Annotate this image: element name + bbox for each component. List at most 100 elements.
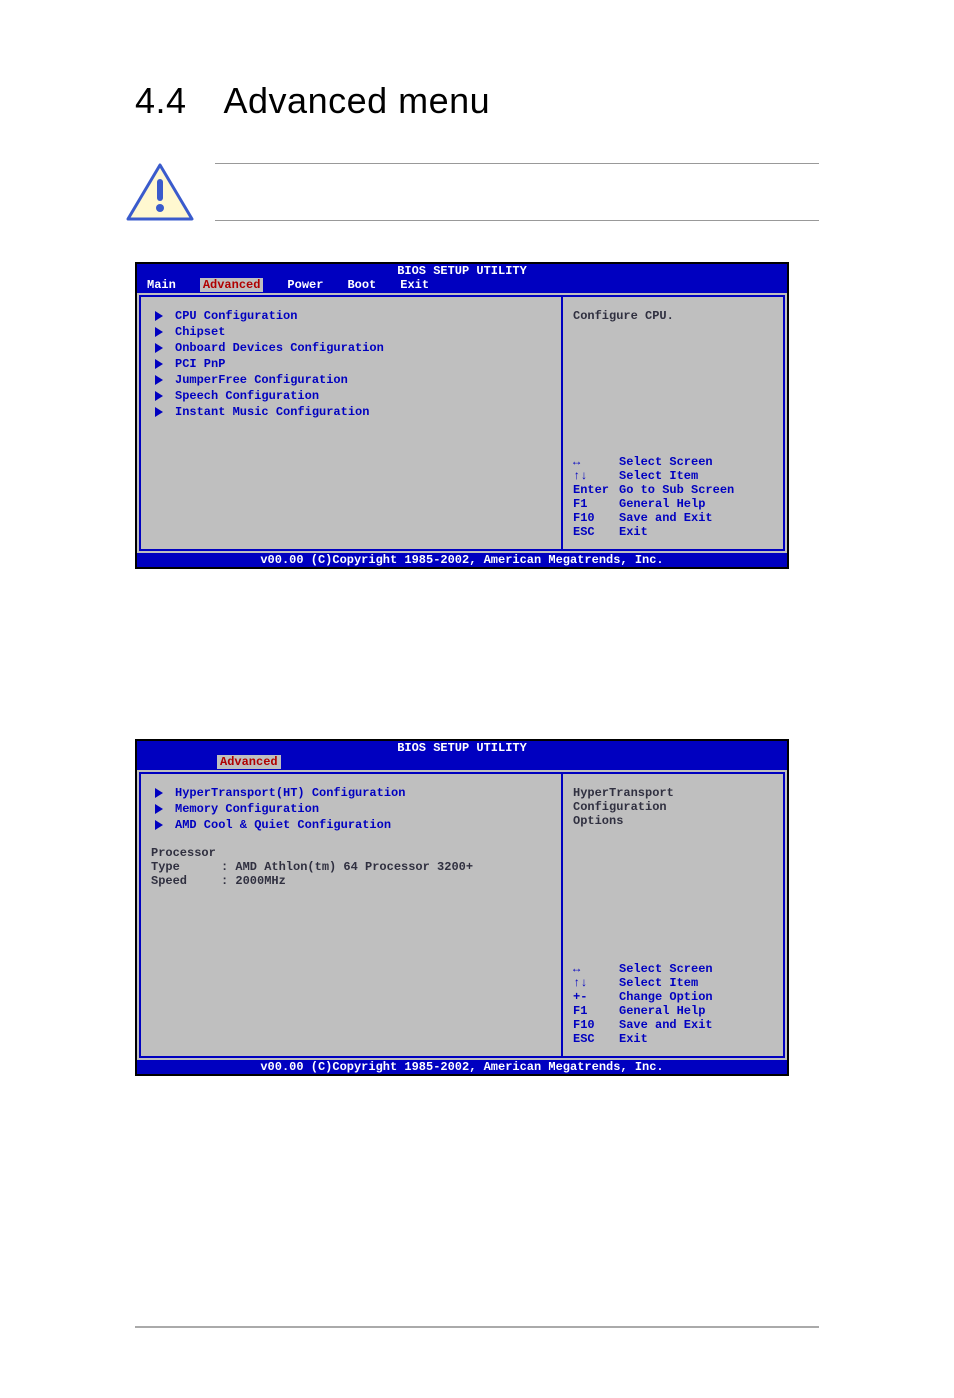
key-help-key: F10 [573,1018,619,1032]
key-help-label: Exit [619,1032,648,1046]
key-help-key: F1 [573,1004,619,1018]
page-footer-rule [135,1326,819,1338]
submenu-arrow-icon [155,391,163,401]
submenu-arrow-icon [155,804,163,814]
key-help-key: F10 [573,511,619,525]
info-speed-value: : 2000MHz [221,874,286,888]
help-line: Options [573,814,773,828]
bios-title: BIOS SETUP UTILITY [137,741,787,755]
info-speed-label: Speed [151,874,221,888]
menu-item-pci-pnp[interactable]: PCI PnP [151,357,551,371]
submenu-arrow-icon [155,375,163,385]
key-help-label: Select Item [619,469,698,483]
key-help-row: F1General Help [573,1004,773,1018]
menu-item-label: Chipset [175,325,225,339]
caution-icon [125,162,195,222]
bios-tab-advanced[interactable]: Advanced [200,278,264,292]
menu-item-label: Memory Configuration [175,802,319,816]
menu-item-instant-music[interactable]: Instant Music Configuration [151,405,551,419]
bios-title: BIOS SETUP UTILITY [137,264,787,278]
help-line: HyperTransport [573,786,773,800]
bios-tab-power[interactable]: Power [287,278,323,292]
bios-tab-advanced[interactable]: Advanced [217,755,281,769]
bios-menu-pane: CPU Configuration Chipset Onboard Device… [139,295,561,551]
menu-item-jumperfree[interactable]: JumperFree Configuration [151,373,551,387]
section-number: 4.4 [135,80,215,122]
menu-item-label: JumperFree Configuration [175,373,348,387]
key-help-label: Go to Sub Screen [619,483,734,497]
key-help-label: Select Screen [619,962,713,976]
menu-item-label: Instant Music Configuration [175,405,369,419]
bios-help-text: HyperTransport Configuration Options [573,786,773,828]
key-help-row: ESCExit [573,525,773,539]
key-help-label: Save and Exit [619,511,713,525]
bios-key-help: ↔Select Screen ↑↓Select Item +-Change Op… [573,962,773,1046]
bios-screen-cpu-config: BIOS SETUP UTILITY Advanced HyperTranspo… [135,739,789,1076]
bios-menu-pane: HyperTransport(HT) Configuration Memory … [139,772,561,1058]
bios-tab-main[interactable]: Main [147,278,176,292]
info-type-value: : AMD Athlon(tm) 64 Processor 3200+ [221,860,473,874]
key-help-row: F10Save and Exit [573,511,773,525]
key-help-key: ↔ [573,962,619,976]
submenu-arrow-icon [155,788,163,798]
menu-item-label: AMD Cool & Quiet Configuration [175,818,391,832]
submenu-arrow-icon [155,820,163,830]
key-help-key: Enter [573,483,619,497]
menu-item-speech[interactable]: Speech Configuration [151,389,551,403]
key-help-key: ESC [573,525,619,539]
key-help-row: F1General Help [573,497,773,511]
key-help-key: ↑↓ [573,469,619,483]
key-help-row: ↔Select Screen [573,455,773,469]
menu-item-label: PCI PnP [175,357,225,371]
menu-item-memory[interactable]: Memory Configuration [151,802,551,816]
info-type-label: Type [151,860,221,874]
key-help-key: +- [573,990,619,1004]
key-help-row: EnterGo to Sub Screen [573,483,773,497]
key-help-label: Select Item [619,976,698,990]
bios-info-block: Processor Type : AMD Athlon(tm) 64 Proce… [151,846,551,888]
key-help-row: F10Save and Exit [573,1018,773,1032]
menu-item-label: Onboard Devices Configuration [175,341,384,355]
key-help-key: ↑↓ [573,976,619,990]
bios-title-bar: BIOS SETUP UTILITY Advanced [137,741,787,770]
key-help-label: Change Option [619,990,713,1004]
key-help-label: Exit [619,525,648,539]
bios-tab-bar: Main Advanced Power Boot Exit [137,278,787,293]
key-help-key: ESC [573,1032,619,1046]
key-help-key: ↔ [573,455,619,469]
menu-item-amd-cool-quiet[interactable]: AMD Cool & Quiet Configuration [151,818,551,832]
key-help-label: General Help [619,497,705,511]
bios-tab-bar: Advanced [137,755,787,770]
bios-title-bar: BIOS SETUP UTILITY Main Advanced Power B… [137,264,787,293]
menu-item-cpu-configuration[interactable]: CPU Configuration [151,309,551,323]
submenu-arrow-icon [155,327,163,337]
bios-tab-exit[interactable]: Exit [400,278,429,292]
submenu-arrow-icon [155,311,163,321]
menu-item-chipset[interactable]: Chipset [151,325,551,339]
submenu-arrow-icon [155,343,163,353]
menu-item-label: Speech Configuration [175,389,319,403]
caution-text [215,163,819,221]
section-heading: 4.4 Advanced menu [135,80,819,122]
help-line: Configuration [573,800,773,814]
key-help-row: ↑↓Select Item [573,469,773,483]
bios-screen-advanced: BIOS SETUP UTILITY Main Advanced Power B… [135,262,789,569]
key-help-row: ↔Select Screen [573,962,773,976]
menu-item-onboard-devices[interactable]: Onboard Devices Configuration [151,341,551,355]
section-title: Advanced menu [224,80,491,121]
menu-item-label: CPU Configuration [175,309,297,323]
key-help-row: ↑↓Select Item [573,976,773,990]
info-processor-label: Processor [151,846,551,860]
bios-tab-boot[interactable]: Boot [347,278,376,292]
menu-item-hypertransport[interactable]: HyperTransport(HT) Configuration [151,786,551,800]
key-help-label: General Help [619,1004,705,1018]
key-help-row: ESCExit [573,1032,773,1046]
submenu-arrow-icon [155,407,163,417]
submenu-arrow-icon [155,359,163,369]
bios-help-pane: Configure CPU. ↔Select Screen ↑↓Select I… [561,295,785,551]
menu-item-label: HyperTransport(HT) Configuration [175,786,405,800]
bios-footer: v00.00 (C)Copyright 1985-2002, American … [137,1060,787,1074]
key-help-row: +-Change Option [573,990,773,1004]
bios-help-text: Configure CPU. [573,309,773,323]
key-help-label: Select Screen [619,455,713,469]
